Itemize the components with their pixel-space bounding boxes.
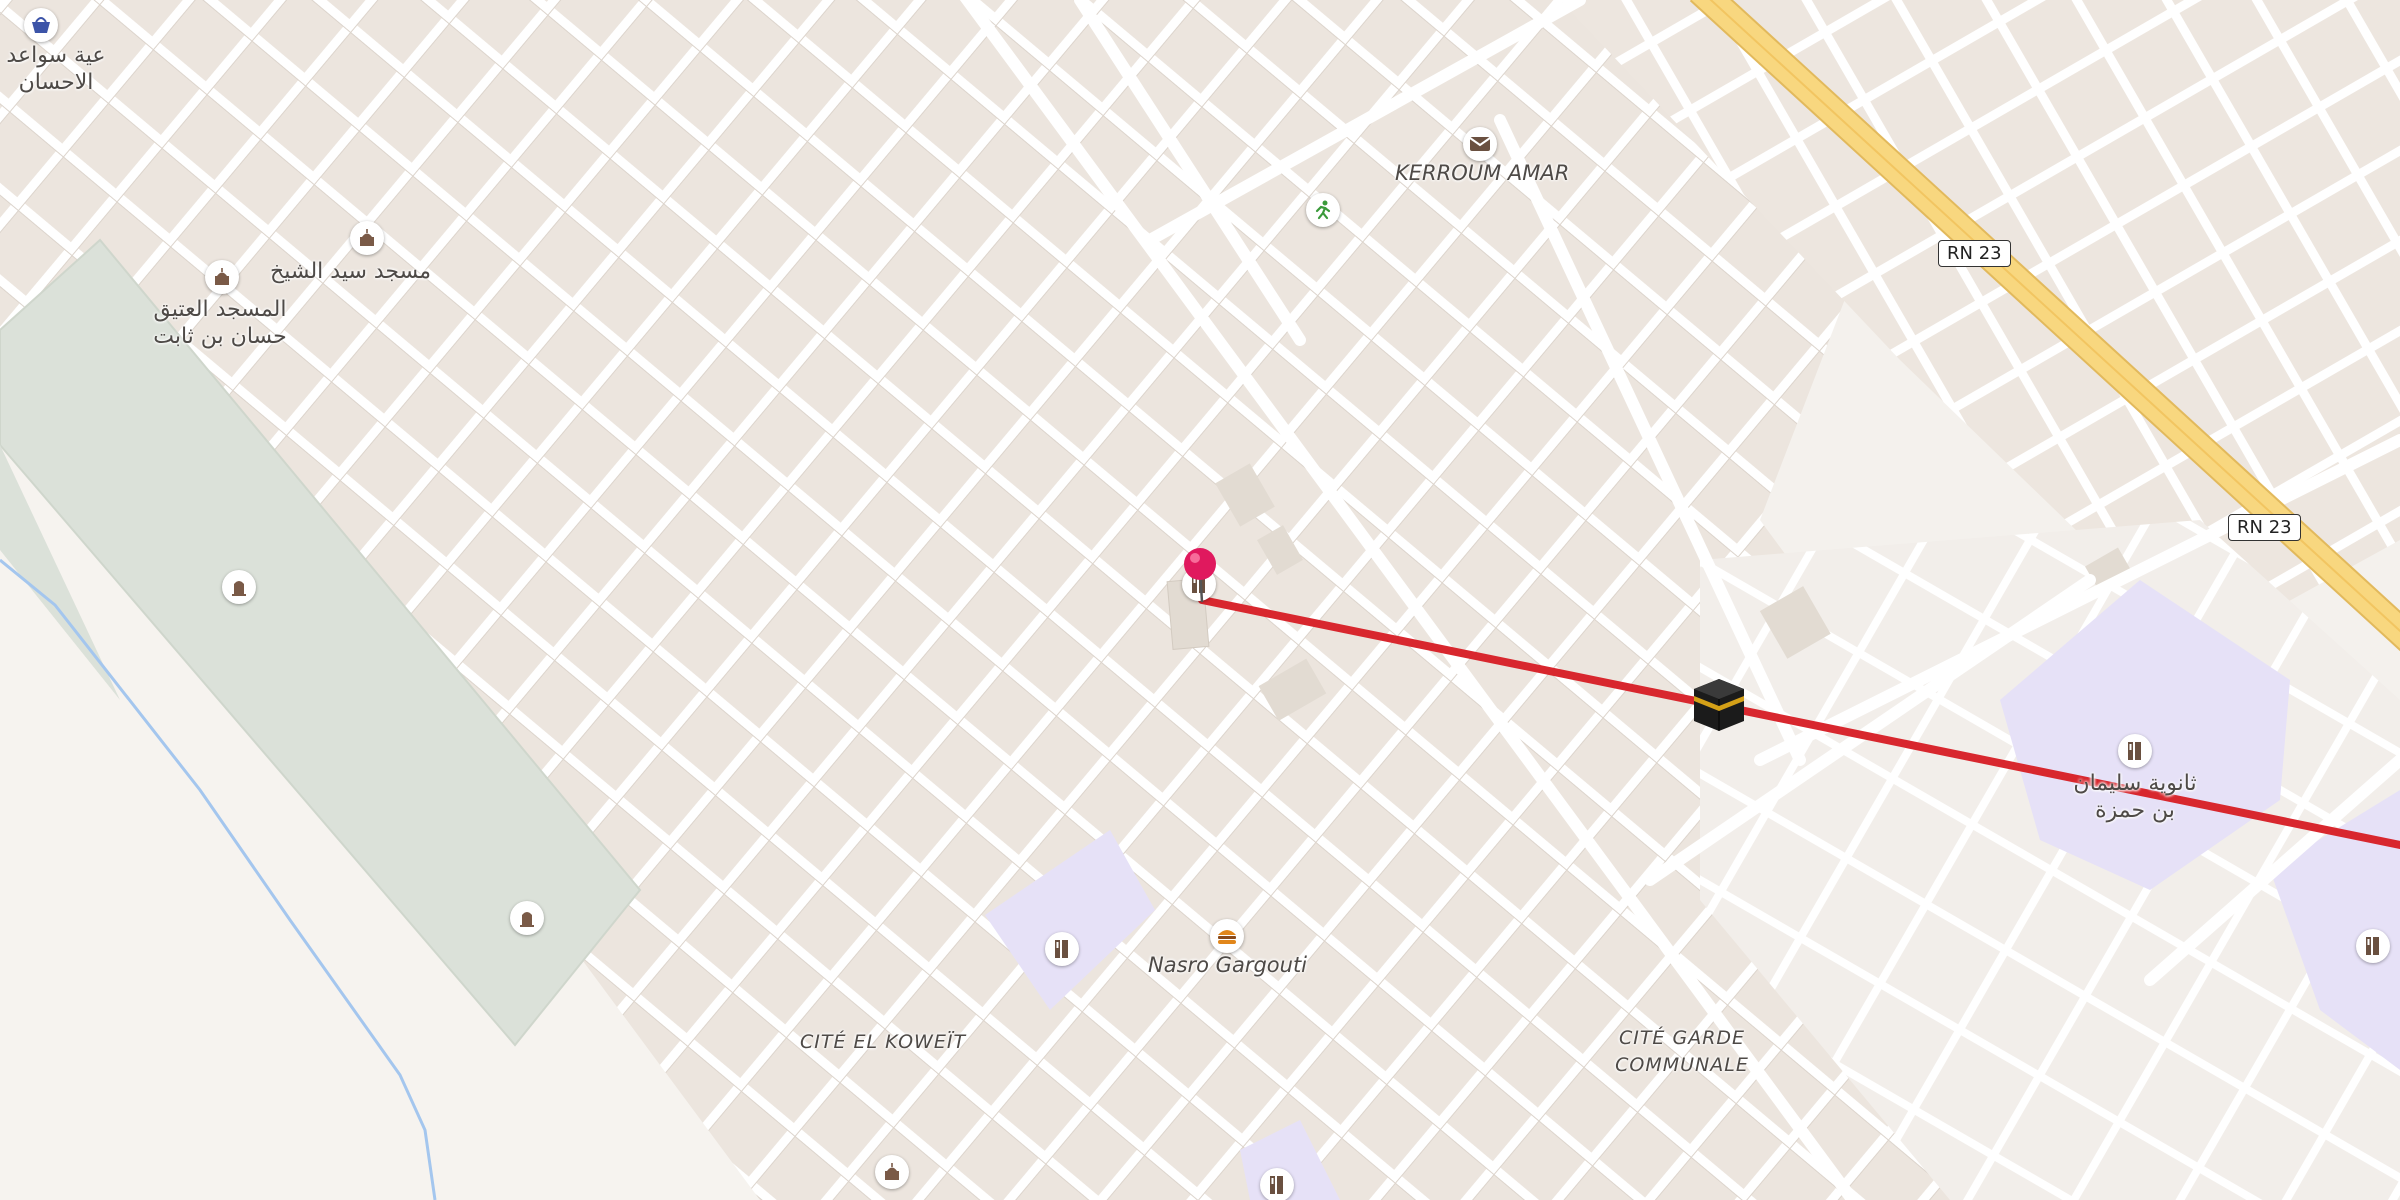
place-label-line: CITÉ GARDE bbox=[1618, 1027, 1746, 1049]
shop-basket-icon[interactable] bbox=[24, 8, 58, 42]
place-label-school-slimane: ثانوية سليمان بن حمزة bbox=[2040, 770, 2230, 824]
place-label-old-mosque: المسجد العتيق حسان بن ثابت bbox=[130, 296, 310, 350]
school-icon[interactable] bbox=[2356, 929, 2390, 963]
road-shield-rn23: RN 23 bbox=[2228, 514, 2301, 541]
place-label-line: بن حمزة bbox=[2095, 798, 2175, 823]
place-label-line: عية سواعد bbox=[6, 43, 106, 68]
place-label-kerroum-amar: KERROUM AMAR bbox=[1395, 161, 1570, 185]
sports-runner-icon[interactable] bbox=[1306, 193, 1340, 227]
mosque-icon[interactable] bbox=[205, 260, 239, 294]
fast-food-burger-icon[interactable] bbox=[1210, 919, 1244, 953]
place-label-line: المسجد العتيق bbox=[153, 297, 287, 322]
place-label-line: الاحسان bbox=[18, 70, 94, 95]
school-icon[interactable] bbox=[1260, 1168, 1294, 1200]
place-label-line: ثانوية سليمان bbox=[2073, 771, 2197, 796]
cemetery-tombstone-icon[interactable] bbox=[510, 901, 544, 935]
school-icon[interactable] bbox=[1045, 932, 1079, 966]
place-label-line: COMMUNALE bbox=[1615, 1054, 1749, 1076]
place-label-cite-el-koweit: CITÉ EL KOWEÏT bbox=[800, 1031, 967, 1053]
map-canvas[interactable]: RN 23 RN 23 KERROUM AMAR Nasro Gargouti … bbox=[0, 0, 2400, 1200]
place-label-line: حسان بن ثابت bbox=[153, 324, 287, 349]
cemetery-tombstone-icon[interactable] bbox=[222, 570, 256, 604]
place-label-shop: عية سواعد الاحسان bbox=[0, 42, 112, 96]
place-label-cite-garde-communale: CITÉ GARDE COMMUNALE bbox=[1607, 1025, 1757, 1079]
place-label-mosque-sidi-cheikh: مسجد سيد الشيخ bbox=[270, 259, 432, 284]
place-label-nasro-gargouti: Nasro Gargouti bbox=[1148, 953, 1308, 977]
mosque-icon[interactable] bbox=[350, 221, 384, 255]
school-icon[interactable] bbox=[2118, 734, 2152, 768]
post-office-envelope-icon[interactable] bbox=[1463, 127, 1497, 161]
road-shield-rn23: RN 23 bbox=[1938, 240, 2011, 267]
mosque-icon[interactable] bbox=[875, 1155, 909, 1189]
